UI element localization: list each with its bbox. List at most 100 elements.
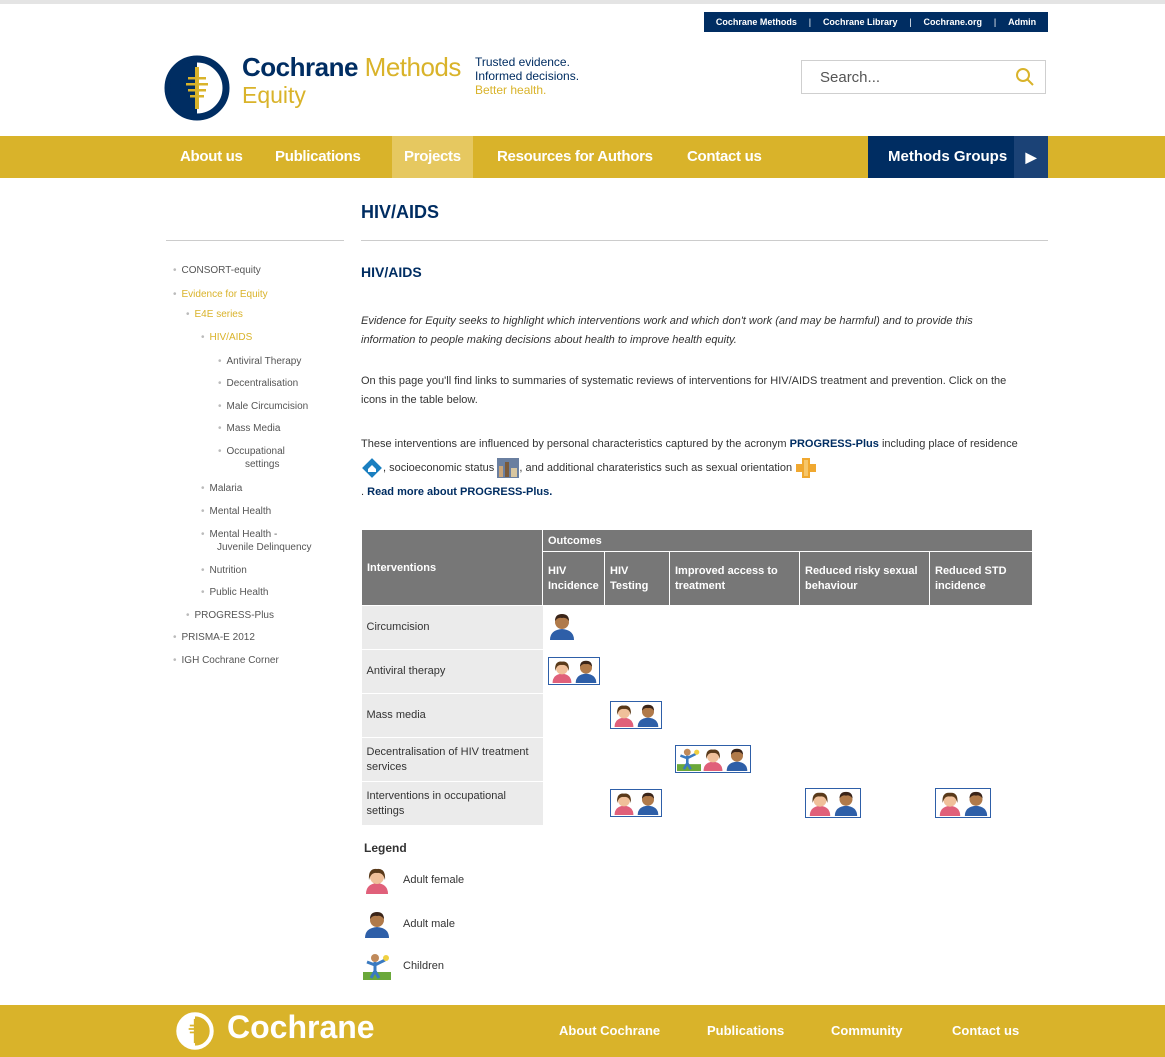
util-link-cochrane-org[interactable]: Cochrane.org <box>924 17 983 27</box>
sidebar-item-label: Malaria <box>209 483 243 494</box>
footer-link-community[interactable]: Community <box>831 1023 903 1038</box>
legend-item: Children <box>363 952 444 980</box>
sidebar-item-progress-plus[interactable]: • PROGRESS-Plus <box>186 610 274 622</box>
table-cell <box>604 649 670 694</box>
para3-text-e: . <box>361 486 365 498</box>
bullet-icon: • <box>218 401 222 412</box>
socioeconomic-status-icon <box>497 458 520 479</box>
sidebar-item-consort-equity[interactable]: • CONSORT-equity <box>173 265 261 277</box>
table-cell <box>669 605 800 650</box>
footer-link-contact-us[interactable]: Contact us <box>952 1023 1019 1038</box>
table-cell <box>929 649 1033 694</box>
table-cell <box>799 605 930 650</box>
sidebar-item-mental-health-juvenile[interactable]: • Mental Health - <box>201 529 277 541</box>
sidebar-item-mental-health[interactable]: • Mental Health <box>201 506 271 518</box>
bullet-icon: • <box>201 332 205 343</box>
adult-male-icon <box>637 704 658 727</box>
methods-groups-label: Methods Groups <box>888 148 1008 165</box>
sidebar-item-label: Antiviral Therapy <box>226 356 302 367</box>
sidebar-item-evidence-for-equity[interactable]: • Evidence for Equity <box>173 289 268 301</box>
table-cell <box>929 605 1033 650</box>
sidebar-item-mass-media[interactable]: • Mass Media <box>218 423 280 435</box>
util-link-cochrane-methods[interactable]: Cochrane Methods <box>716 17 797 27</box>
sidebar-item-label: HIV/AIDS <box>209 332 253 343</box>
brand-primary: Cochrane <box>242 52 358 82</box>
bullet-icon: • <box>201 506 205 517</box>
row-label-occupational-settings: Interventions in occupational settings <box>361 781 543 826</box>
adult-male-icon <box>575 660 596 683</box>
progress-plus-link[interactable]: PROGRESS-Plus <box>790 438 879 450</box>
adult-female-icon <box>939 792 960 816</box>
table-cell <box>929 737 1033 782</box>
divider <box>361 240 1048 241</box>
sidebar-item-label: Occupational <box>226 446 285 457</box>
table-cell <box>799 781 930 826</box>
divider <box>166 240 344 241</box>
legend-item: Adult male <box>363 910 455 938</box>
search-input[interactable] <box>818 61 1012 93</box>
review-link[interactable] <box>609 789 662 817</box>
site-brand[interactable]: Cochrane Methods <box>242 52 461 83</box>
bullet-icon: • <box>218 378 222 389</box>
adult-female-icon <box>552 661 571 683</box>
adult-female-icon <box>366 868 388 894</box>
sidebar-item-public-health[interactable]: • Public Health <box>201 587 268 599</box>
review-link[interactable] <box>674 745 751 773</box>
review-link[interactable] <box>934 788 991 818</box>
footer-link-publications[interactable]: Publications <box>707 1023 784 1038</box>
sidebar-item-e4e-series[interactable]: • E4E series <box>186 309 243 321</box>
sidebar-item-label: Mental Health <box>209 506 272 517</box>
tagline-line-2: Informed decisions. <box>475 69 580 83</box>
sidebar-item-label: Public Health <box>209 587 269 598</box>
bullet-icon: • <box>173 632 177 643</box>
nav-resources-for-authors[interactable]: Resources for Authors <box>497 136 653 178</box>
nav-about-us[interactable]: About us <box>180 136 243 178</box>
sidebar-item-igh-cochrane-corner[interactable]: • IGH Cochrane Corner <box>173 655 279 667</box>
utility-nav: Cochrane Methods | Cochrane Library | Co… <box>704 12 1048 32</box>
sidebar-item-occupational-settings[interactable]: • Occupational <box>218 446 285 458</box>
divider: | <box>808 17 812 27</box>
col-reduced-risky-behaviour: Reduced risky sexual behaviour <box>799 551 930 606</box>
sidebar-item-decentralisation[interactable]: • Decentralisation <box>218 378 298 390</box>
sidebar-item-malaria[interactable]: • Malaria <box>201 483 242 495</box>
sidebar-item-male-circumcision[interactable]: • Male Circumcision <box>218 401 308 413</box>
sidebar-item-hiv-aids[interactable]: • HIV/AIDS <box>201 332 252 344</box>
nav-contact-us[interactable]: Contact us <box>687 136 762 178</box>
place-of-residence-icon <box>362 458 382 478</box>
cochrane-logo-icon[interactable] <box>176 1012 214 1050</box>
sidebar-item-nutrition[interactable]: • Nutrition <box>201 565 247 577</box>
methods-groups-button[interactable]: Methods Groups ▶ <box>868 136 1048 178</box>
table-row: Circumcision <box>361 605 1033 650</box>
util-link-cochrane-library[interactable]: Cochrane Library <box>823 17 898 27</box>
table-cell <box>669 693 800 738</box>
adult-female-icon <box>614 705 633 727</box>
util-link-admin[interactable]: Admin <box>1008 17 1036 27</box>
review-link[interactable] <box>804 788 861 818</box>
search-icon[interactable] <box>1015 67 1035 87</box>
col-hiv-incidence: HIV Incidence <box>542 551 605 606</box>
sidebar-item-prisma-e[interactable]: • PRISMA-E 2012 <box>173 632 255 644</box>
interventions-table: Interventions Outcomes HIV Incidence HIV… <box>361 529 1033 826</box>
read-more-link[interactable]: Read more about PROGRESS-Plus. <box>367 486 552 498</box>
sidebar-item-antiviral-therapy[interactable]: • Antiviral Therapy <box>218 356 301 368</box>
nav-publications[interactable]: Publications <box>275 136 361 178</box>
table-cell <box>604 737 670 782</box>
sidebar-item-label-continued[interactable]: settings <box>245 459 279 471</box>
play-arrow-icon: ▶ <box>1014 136 1048 178</box>
adult-male-icon <box>726 748 747 771</box>
table-cell <box>669 781 800 826</box>
review-link[interactable] <box>609 701 662 729</box>
col-reduced-std: Reduced STD incidence <box>929 551 1033 606</box>
nav-projects[interactable]: Projects <box>392 136 473 178</box>
footer-link-about-cochrane[interactable]: About Cochrane <box>559 1023 660 1038</box>
cochrane-logo-icon[interactable] <box>164 55 230 121</box>
table-row: Mass media <box>361 693 1033 738</box>
bullet-icon: • <box>173 655 177 666</box>
interventions-header: Interventions <box>361 529 543 606</box>
brand-secondary: Methods <box>364 52 462 82</box>
top-border <box>0 0 1165 4</box>
adult-male-icon[interactable] <box>548 612 576 640</box>
footer-brand[interactable]: Cochrane <box>227 1009 375 1046</box>
review-link[interactable] <box>547 657 600 685</box>
sidebar-item-label-continued[interactable]: Juvenile Delinquency <box>217 542 312 554</box>
